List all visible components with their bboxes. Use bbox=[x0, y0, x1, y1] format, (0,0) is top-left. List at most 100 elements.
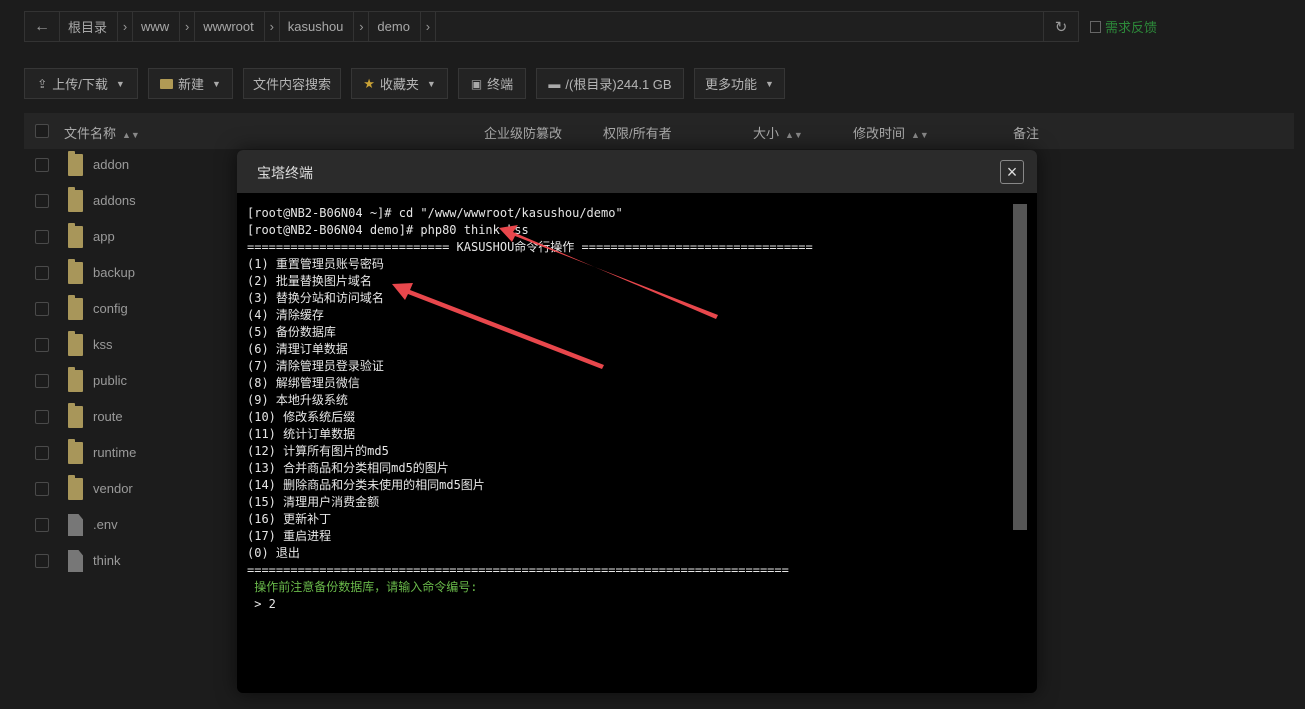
content-search-button[interactable]: 文件内容搜索 bbox=[243, 68, 341, 99]
terminal-line: (6) 清理订单数据 bbox=[247, 342, 348, 356]
content-search-label: 文件内容搜索 bbox=[252, 77, 331, 92]
row-checkbox[interactable] bbox=[35, 554, 49, 568]
terminal-output[interactable]: [root@NB2-B06N04 ~]# cd "/www/wwwroot/ka… bbox=[247, 205, 1007, 613]
chevron-right-icon[interactable]: › bbox=[353, 12, 370, 41]
upload-label: 上传/下载 bbox=[52, 77, 108, 92]
row-checkbox[interactable] bbox=[35, 194, 49, 208]
terminal-line: (0) 退出 bbox=[247, 546, 300, 560]
disk-label: /(根目录)244.1 GB bbox=[565, 77, 672, 92]
breadcrumb-root[interactable]: 根目录 › bbox=[60, 12, 134, 41]
breadcrumb-label[interactable]: www bbox=[133, 19, 179, 34]
file-icon bbox=[68, 550, 83, 572]
col-perm-header: 权限/所有者 bbox=[603, 126, 672, 141]
terminal-icon: ▣ bbox=[470, 76, 483, 91]
disk-icon: ▬ bbox=[548, 76, 561, 91]
terminal-dialog-title: 宝塔终端 bbox=[257, 165, 313, 181]
terminal-line: (11) 统计订单数据 bbox=[247, 427, 356, 441]
row-checkbox[interactable] bbox=[35, 446, 49, 460]
col-size-header[interactable]: 大小 ▲▼ bbox=[753, 123, 803, 142]
terminal-input[interactable]: > 2 bbox=[247, 596, 1007, 613]
terminal-line: [root@NB2-B06N04 demo]# php80 think kss bbox=[247, 223, 529, 237]
terminal-line: (7) 清除管理员登录验证 bbox=[247, 359, 384, 373]
terminal-line: (9) 本地升级系统 bbox=[247, 393, 348, 407]
breadcrumb-www[interactable]: www › bbox=[133, 12, 196, 41]
terminal-label: 终端 bbox=[487, 77, 514, 92]
file-name[interactable]: .env bbox=[93, 517, 118, 532]
col-name-label: 文件名称 bbox=[64, 126, 117, 141]
file-name[interactable]: addon bbox=[93, 157, 129, 172]
row-checkbox[interactable] bbox=[35, 374, 49, 388]
row-checkbox[interactable] bbox=[35, 482, 49, 496]
row-checkbox[interactable] bbox=[35, 518, 49, 532]
col-mtime-header[interactable]: 修改时间 ▲▼ bbox=[853, 123, 929, 142]
file-name[interactable]: vendor bbox=[93, 481, 133, 496]
chevron-right-icon[interactable]: › bbox=[117, 12, 134, 41]
file-name[interactable]: config bbox=[93, 301, 128, 316]
folder-icon bbox=[68, 403, 83, 428]
breadcrumb-label[interactable]: kasushou bbox=[280, 19, 354, 34]
breadcrumb-label[interactable]: wwwroot bbox=[195, 19, 264, 34]
row-checkbox[interactable] bbox=[35, 302, 49, 316]
folder-icon bbox=[160, 78, 174, 89]
file-name[interactable]: app bbox=[93, 229, 115, 244]
select-all-checkbox[interactable] bbox=[35, 124, 49, 138]
disk-button[interactable]: ▬ /(根目录)244.1 GB bbox=[536, 68, 684, 99]
new-button[interactable]: 新建 ▼ bbox=[148, 68, 233, 99]
terminal-button[interactable]: ▣ 终端 bbox=[458, 68, 526, 99]
col-name-header[interactable]: 文件名称 ▲▼ bbox=[64, 123, 140, 142]
terminal-dialog-header: 宝塔终端 × bbox=[237, 150, 1037, 193]
more-label: 更多功能 bbox=[705, 77, 758, 92]
terminal-line: (17) 重启进程 bbox=[247, 529, 332, 543]
col-mtime-label: 修改时间 bbox=[853, 126, 906, 141]
close-icon[interactable]: × bbox=[1000, 160, 1024, 184]
terminal-line: (15) 清理用户消费金额 bbox=[247, 495, 380, 509]
terminal-dialog: 宝塔终端 × [root@NB2-B06N04 ~]# cd "/www/www… bbox=[237, 150, 1037, 693]
sort-icon: ▲▼ bbox=[122, 130, 140, 140]
breadcrumb-demo[interactable]: demo › bbox=[369, 12, 436, 41]
feedback-link[interactable]: 需求反馈 bbox=[1090, 17, 1157, 36]
chevron-down-icon: ▼ bbox=[765, 78, 774, 89]
star-icon: ★ bbox=[363, 75, 375, 91]
breadcrumb-label[interactable]: demo bbox=[369, 19, 420, 34]
file-name[interactable]: runtime bbox=[93, 445, 136, 460]
row-checkbox[interactable] bbox=[35, 338, 49, 352]
arrow-left-icon[interactable]: ← bbox=[25, 12, 60, 41]
chevron-right-icon[interactable]: › bbox=[263, 12, 280, 41]
new-label: 新建 bbox=[178, 77, 205, 92]
breadcrumb-wwwroot[interactable]: wwwroot › bbox=[195, 12, 280, 41]
file-name[interactable]: think bbox=[93, 553, 120, 568]
upload-icon: ⇪ bbox=[37, 76, 48, 91]
folder-icon bbox=[68, 439, 83, 464]
folder-icon bbox=[68, 259, 83, 284]
col-tamper-header: 企业级防篡改 bbox=[484, 126, 563, 141]
file-name[interactable]: route bbox=[93, 409, 123, 424]
terminal-scrollbar[interactable] bbox=[1013, 204, 1027, 530]
row-checkbox[interactable] bbox=[35, 266, 49, 280]
more-functions-button[interactable]: 更多功能 ▼ bbox=[694, 68, 785, 99]
favorites-button[interactable]: ★ 收藏夹 ▼ bbox=[351, 68, 448, 99]
terminal-line: (8) 解绑管理员微信 bbox=[247, 376, 360, 390]
breadcrumb-label[interactable]: 根目录 bbox=[60, 17, 117, 36]
file-name[interactable]: kss bbox=[93, 337, 113, 352]
sort-icon: ▲▼ bbox=[911, 130, 929, 140]
chevron-right-icon[interactable]: › bbox=[179, 12, 196, 41]
row-checkbox[interactable] bbox=[35, 410, 49, 424]
path-bar: ← 根目录 › www › wwwroot › kasushou › demo › ↻ bbox=[24, 11, 1079, 42]
terminal-line: ============================ KASUSHOU命令行… bbox=[247, 240, 813, 254]
file-table-header: 文件名称 ▲▼ 企业级防篡改 权限/所有者 大小 ▲▼ 修改时间 ▲▼ 备注 bbox=[24, 113, 1294, 149]
terminal-line: (10) 修改系统后缀 bbox=[247, 410, 356, 424]
breadcrumb-kasushou[interactable]: kasushou › bbox=[280, 12, 370, 41]
file-name[interactable]: public bbox=[93, 373, 127, 388]
row-checkbox[interactable] bbox=[35, 230, 49, 244]
file-name[interactable]: backup bbox=[93, 265, 135, 280]
folder-icon bbox=[68, 331, 83, 356]
chevron-down-icon: ▼ bbox=[115, 78, 125, 89]
folder-icon bbox=[68, 223, 83, 248]
row-checkbox[interactable] bbox=[35, 158, 49, 172]
refresh-icon[interactable]: ↻ bbox=[1043, 12, 1078, 41]
terminal-line: (12) 计算所有图片的md5 bbox=[247, 444, 389, 458]
chevron-right-icon[interactable]: › bbox=[419, 12, 436, 41]
upload-download-button[interactable]: ⇪ 上传/下载 ▼ bbox=[24, 68, 138, 99]
file-name[interactable]: addons bbox=[93, 193, 136, 208]
terminal-line: (3) 替换分站和访问域名 bbox=[247, 291, 384, 305]
